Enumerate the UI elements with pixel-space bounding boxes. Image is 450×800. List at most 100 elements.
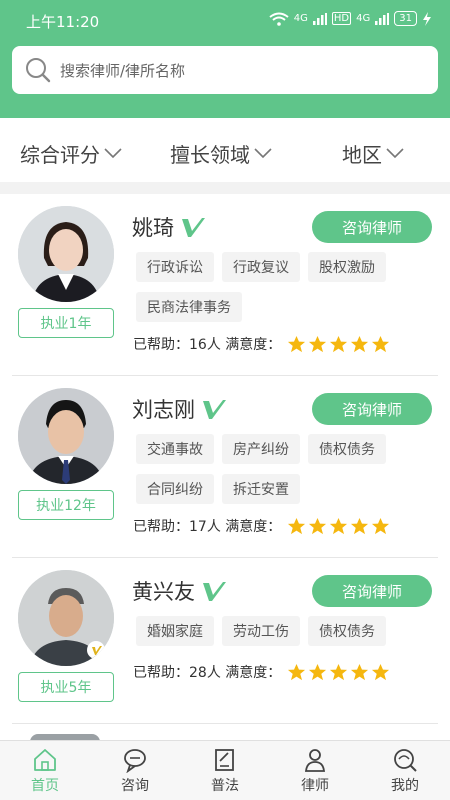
- avatar-portrait: [18, 388, 114, 484]
- star-icon: [309, 663, 327, 680]
- consult-lawyer-button[interactable]: 咨询律师: [312, 211, 432, 243]
- consult-lawyer-button[interactable]: 咨询律师: [312, 393, 432, 425]
- wifi-icon: [269, 12, 289, 26]
- chevron-down-icon: [254, 148, 272, 159]
- help-stats: 已帮助：17人 满意度：: [133, 516, 390, 536]
- years-badge: 执业5年: [18, 672, 114, 702]
- consult-lawyer-button[interactable]: 咨询律师: [312, 575, 432, 607]
- home-icon: [34, 748, 56, 771]
- name-row: 黄兴友: [132, 576, 227, 606]
- years-badge: 执业12年: [18, 490, 114, 520]
- nav-home[interactable]: 首页: [0, 741, 90, 800]
- nav-lawyer-label: 律师: [301, 777, 329, 794]
- nav-mine-label: 我的: [391, 777, 419, 794]
- status-icons: 4G HD 4G 31: [269, 11, 432, 26]
- nav-law[interactable]: 普法: [180, 741, 270, 800]
- star-icon: [330, 335, 348, 352]
- specialty-tags: 交通事故 房产纠纷 债权债务 合同纠纷 拆迁安置: [136, 434, 426, 504]
- nav-consult[interactable]: 咨询: [90, 741, 180, 800]
- star-icon: [330, 663, 348, 680]
- star-icon: [288, 663, 306, 680]
- specialty-tag: 拆迁安置: [222, 474, 300, 504]
- nav-law-label: 普法: [211, 777, 239, 794]
- specialty-tag: 债权债务: [308, 434, 386, 464]
- filter-rating[interactable]: 综合评分: [20, 118, 124, 188]
- star-icon: [309, 335, 327, 352]
- rating-stars: [287, 335, 390, 354]
- chevron-down-icon: [386, 148, 404, 159]
- specialty-tag: 行政复议: [222, 252, 300, 282]
- help-stats: 已帮助：16人 满意度：: [133, 334, 390, 354]
- filter-specialty-label: 擅长领域: [170, 142, 250, 167]
- network-label-2: 4G: [356, 13, 371, 24]
- filter-region[interactable]: 地区: [342, 118, 406, 188]
- nav-mine[interactable]: 我的: [360, 741, 450, 800]
- avatar: [18, 206, 114, 302]
- specialty-tag: 民商法律事务: [136, 292, 242, 322]
- specialty-tag: 股权激励: [308, 252, 386, 282]
- lawyer-icon: [304, 748, 326, 772]
- rating-stars: [287, 517, 390, 536]
- specialty-tags: 婚姻家庭 劳动工伤 债权债务: [136, 616, 426, 646]
- star-icon: [351, 517, 369, 534]
- search-icon: [26, 58, 51, 83]
- verified-icon: [203, 582, 226, 601]
- avatar: [18, 388, 114, 484]
- edit-icon: [215, 748, 234, 771]
- star-icon: [372, 663, 390, 680]
- chat-icon: [124, 748, 146, 773]
- specialty-tag: 行政诉讼: [136, 252, 214, 282]
- name-row: 刘志刚: [132, 394, 227, 424]
- lawyer-card[interactable]: 执业12年 刘志刚 咨询律师 交通事故 房产纠纷 债权债务 合同纠纷 拆迁安置 …: [12, 376, 438, 558]
- specialty-tag: 合同纠纷: [136, 474, 214, 504]
- profile-search-icon: [394, 748, 417, 772]
- star-icon: [372, 335, 390, 352]
- specialty-tag: 债权债务: [308, 616, 386, 646]
- status-bar: 上午11:20 4G HD 4G 31: [0, 0, 450, 40]
- filter-rating-label: 综合评分: [20, 142, 100, 167]
- top-header: 上午11:20 4G HD 4G 31 搜索律师/律所名称: [0, 0, 450, 118]
- lawyer-card[interactable]: 执业1年 姚琦 咨询律师 行政诉讼 行政复议 股权激励 民商法律事务 已帮助：1…: [12, 194, 438, 376]
- avatar-portrait: [18, 206, 114, 302]
- filter-bar: 综合评分 擅长领域 地区: [0, 118, 450, 188]
- help-stats-label: 已帮助：17人 满意度：: [133, 519, 282, 535]
- lawyer-name: 黄兴友: [132, 580, 195, 604]
- star-icon: [288, 517, 306, 534]
- lawyer-name: 姚琦: [132, 216, 174, 240]
- nav-home-label: 首页: [31, 777, 59, 794]
- nav-lawyer[interactable]: 律师: [270, 741, 360, 800]
- filter-region-label: 地区: [342, 142, 382, 167]
- verified-icon: [203, 400, 226, 419]
- battery-indicator: 31: [394, 11, 417, 26]
- name-row: 姚琦: [132, 212, 206, 242]
- hd-label: HD: [331, 12, 352, 25]
- signal-icon-2: [375, 12, 390, 25]
- bottom-nav: 首页 咨询 普法 律师 我的: [0, 740, 450, 800]
- status-time: 上午11:20: [26, 13, 100, 31]
- nav-consult-label: 咨询: [121, 777, 149, 794]
- network-label-1: 4G: [293, 13, 308, 24]
- help-stats-label: 已帮助：28人 满意度：: [133, 665, 282, 681]
- specialty-tag: 劳动工伤: [222, 616, 300, 646]
- avatar: [18, 570, 114, 666]
- rating-stars: [287, 663, 390, 682]
- section-divider: [0, 182, 450, 194]
- search-input[interactable]: 搜索律师/律所名称: [12, 46, 438, 94]
- help-stats-label: 已帮助：16人 满意度：: [133, 337, 282, 353]
- specialty-tags: 行政诉讼 行政复议 股权激励 民商法律事务: [136, 252, 426, 322]
- star-icon: [309, 517, 327, 534]
- star-icon: [330, 517, 348, 534]
- specialty-tag: 交通事故: [136, 434, 214, 464]
- avatar-portrait: [18, 570, 114, 666]
- lawyer-card[interactable]: 执业5年 黄兴友 咨询律师 婚姻家庭 劳动工伤 债权债务 已帮助：28人 满意度…: [12, 558, 438, 724]
- specialty-tag: 婚姻家庭: [136, 616, 214, 646]
- star-icon: [288, 335, 306, 352]
- help-stats: 已帮助：28人 满意度：: [133, 662, 390, 682]
- specialty-tag: 房产纠纷: [222, 434, 300, 464]
- star-icon: [351, 663, 369, 680]
- filter-specialty[interactable]: 擅长领域: [170, 118, 274, 188]
- signal-icon: [312, 12, 327, 25]
- lawyer-name: 刘志刚: [132, 398, 195, 422]
- chevron-down-icon: [104, 148, 122, 159]
- search-placeholder: 搜索律师/律所名称: [60, 61, 186, 80]
